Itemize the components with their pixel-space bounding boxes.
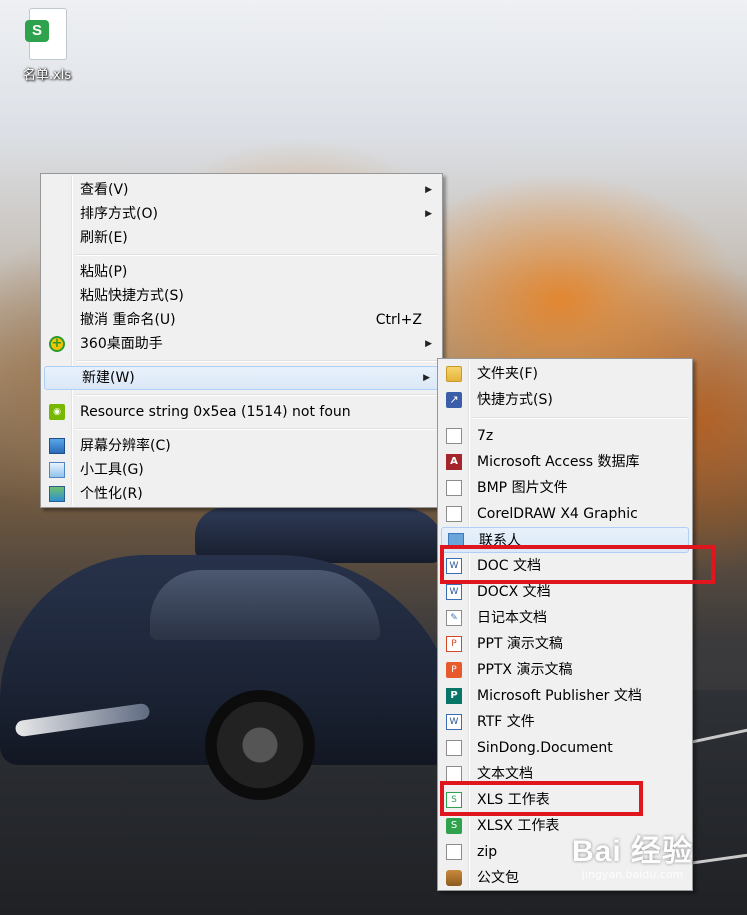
new-item-access-database[interactable]: A Microsoft Access 数据库 bbox=[440, 449, 690, 475]
generic-file-icon bbox=[446, 428, 462, 444]
360-icon: + bbox=[49, 336, 65, 352]
menu-item-screen-resolution[interactable]: 屏幕分辨率(C) bbox=[43, 434, 440, 458]
annotation-box-xls bbox=[440, 781, 643, 816]
annotation-box-doc bbox=[440, 545, 715, 584]
pptx-icon: P bbox=[446, 662, 462, 678]
desktop-context-menu: 查看(V) ▶ 排序方式(O) ▶ 刷新(E) 粘贴(P) 粘贴快捷方式(S) … bbox=[40, 173, 443, 508]
new-item-sindong-document[interactable]: SinDong.Document bbox=[440, 735, 690, 761]
generic-file-icon bbox=[446, 506, 462, 522]
shortcut-icon: ↗ bbox=[446, 392, 462, 408]
menu-separator bbox=[76, 394, 438, 396]
desktop-file-icon[interactable]: S 名单.xls bbox=[16, 8, 78, 83]
new-item-shortcut[interactable]: ↗ 快捷方式(S) bbox=[440, 387, 690, 413]
nvidia-icon: ◉ bbox=[49, 404, 65, 420]
journal-icon: ✎ bbox=[446, 610, 462, 626]
submenu-arrow-icon: ▶ bbox=[425, 185, 432, 195]
submenu-arrow-icon: ▶ bbox=[425, 209, 432, 219]
monitor-icon bbox=[49, 438, 65, 454]
ppt-icon: P bbox=[446, 636, 462, 652]
word-docx-icon: W bbox=[446, 584, 462, 600]
new-item-rtf-file[interactable]: W RTF 文件 bbox=[440, 709, 690, 735]
watermark-url: jingyan.baidu.com bbox=[581, 868, 684, 881]
menu-item-undo-rename[interactable]: 撤消 重命名(U) Ctrl+Z bbox=[43, 308, 440, 332]
new-item-journal-document[interactable]: ✎ 日记本文档 bbox=[440, 605, 690, 631]
shortcut-text: Ctrl+Z bbox=[375, 312, 422, 328]
menu-item-personalize[interactable]: 个性化(R) bbox=[43, 482, 440, 506]
submenu-arrow-icon: ▶ bbox=[425, 339, 432, 349]
generic-file-icon bbox=[446, 480, 462, 496]
xlsx-icon: S bbox=[446, 818, 462, 834]
new-item-publisher-document[interactable]: P Microsoft Publisher 文档 bbox=[440, 683, 690, 709]
watermark-logo-text: Bai 经验 bbox=[572, 835, 694, 868]
text-file-icon bbox=[446, 766, 462, 782]
menu-item-view[interactable]: 查看(V) ▶ bbox=[43, 178, 440, 202]
rtf-icon: W bbox=[446, 714, 462, 730]
menu-item-360-desktop-assistant[interactable]: + 360桌面助手 ▶ bbox=[43, 332, 440, 356]
folder-icon bbox=[446, 366, 462, 382]
menu-item-new[interactable]: 新建(W) ▶ bbox=[44, 366, 439, 390]
menu-item-paste[interactable]: 粘贴(P) bbox=[43, 260, 440, 284]
menu-separator bbox=[76, 254, 438, 256]
baidu-jingyan-watermark: Bai 经验 jingyan.baidu.com bbox=[572, 826, 693, 881]
desktop-file-label: 名单.xls bbox=[22, 68, 72, 83]
menu-item-refresh[interactable]: 刷新(E) bbox=[43, 226, 440, 250]
wallpaper-car-window bbox=[150, 570, 380, 640]
new-item-coreldraw-graphic[interactable]: CorelDRAW X4 Graphic bbox=[440, 501, 690, 527]
menu-separator bbox=[473, 417, 688, 419]
wallpaper-car-wheel bbox=[205, 690, 315, 800]
new-item-bmp-image[interactable]: BMP 图片文件 bbox=[440, 475, 690, 501]
gadget-icon bbox=[49, 462, 65, 478]
access-icon: A bbox=[446, 454, 462, 470]
menu-item-nvidia-control-panel[interactable]: ◉ Resource string 0x5ea (1514) not foun bbox=[43, 400, 440, 424]
new-item-pptx-presentation[interactable]: P PPTX 演示文稿 bbox=[440, 657, 690, 683]
menu-separator bbox=[76, 428, 438, 430]
publisher-icon: P bbox=[446, 688, 462, 704]
new-item-ppt-presentation[interactable]: P PPT 演示文稿 bbox=[440, 631, 690, 657]
submenu-arrow-icon: ▶ bbox=[423, 373, 430, 383]
generic-file-icon bbox=[446, 844, 462, 860]
generic-file-icon bbox=[446, 740, 462, 756]
spreadsheet-file-icon: S bbox=[25, 8, 69, 60]
menu-separator bbox=[76, 360, 438, 362]
menu-item-sort-by[interactable]: 排序方式(O) ▶ bbox=[43, 202, 440, 226]
menu-item-gadgets[interactable]: 小工具(G) bbox=[43, 458, 440, 482]
new-item-7z[interactable]: 7z bbox=[440, 423, 690, 449]
menu-item-paste-shortcut[interactable]: 粘贴快捷方式(S) bbox=[43, 284, 440, 308]
personalize-icon bbox=[49, 486, 65, 502]
new-item-folder[interactable]: 文件夹(F) bbox=[440, 361, 690, 387]
briefcase-icon bbox=[446, 870, 462, 886]
